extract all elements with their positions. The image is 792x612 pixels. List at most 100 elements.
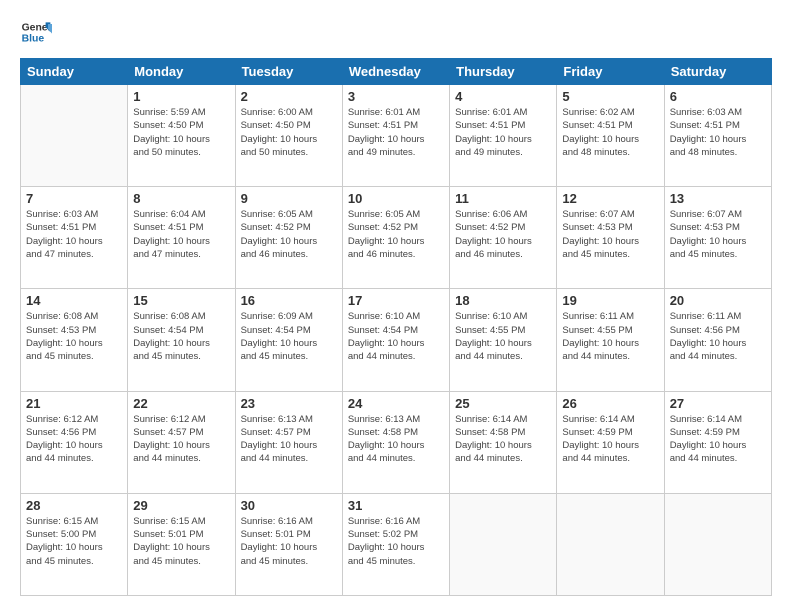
day-number: 26 bbox=[562, 396, 658, 411]
day-cell: 2Sunrise: 6:00 AM Sunset: 4:50 PM Daylig… bbox=[235, 85, 342, 187]
day-number: 8 bbox=[133, 191, 229, 206]
day-cell bbox=[450, 493, 557, 595]
day-cell bbox=[664, 493, 771, 595]
day-info: Sunrise: 6:03 AM Sunset: 4:51 PM Dayligh… bbox=[670, 106, 766, 159]
day-number: 20 bbox=[670, 293, 766, 308]
day-info: Sunrise: 6:05 AM Sunset: 4:52 PM Dayligh… bbox=[241, 208, 337, 261]
day-info: Sunrise: 6:15 AM Sunset: 5:00 PM Dayligh… bbox=[26, 515, 122, 568]
day-info: Sunrise: 6:14 AM Sunset: 4:59 PM Dayligh… bbox=[670, 413, 766, 466]
day-info: Sunrise: 6:08 AM Sunset: 4:53 PM Dayligh… bbox=[26, 310, 122, 363]
day-number: 18 bbox=[455, 293, 551, 308]
day-cell: 24 Sunrise: 6:13 AM Sunset: 4:58 PM Dayli… bbox=[342, 391, 449, 493]
day-cell: 17 Sunrise: 6:10 AM Sunset: 4:54 PM Dayli… bbox=[342, 289, 449, 391]
day-number: 7 bbox=[26, 191, 122, 206]
day-number: 22 bbox=[133, 396, 229, 411]
day-info: Sunrise: 6:14 AM Sunset: 4:59 PM Dayligh… bbox=[562, 413, 658, 466]
day-number: 31 bbox=[348, 498, 444, 513]
day-info: Sunrise: 6:01 AM Sunset: 4:51 PM Dayligh… bbox=[455, 106, 551, 159]
day-cell bbox=[557, 493, 664, 595]
day-info: Sunrise: 6:10 AM Sunset: 4:54 PM Dayligh… bbox=[348, 310, 444, 363]
day-cell: 15 Sunrise: 6:08 AM Sunset: 4:54 PM Dayli… bbox=[128, 289, 235, 391]
day-number: 9 bbox=[241, 191, 337, 206]
day-info: Sunrise: 6:03 AM Sunset: 4:51 PM Dayligh… bbox=[26, 208, 122, 261]
day-info: Sunrise: 6:08 AM Sunset: 4:54 PM Dayligh… bbox=[133, 310, 229, 363]
day-number: 24 bbox=[348, 396, 444, 411]
day-number: 28 bbox=[26, 498, 122, 513]
day-number: 13 bbox=[670, 191, 766, 206]
day-cell: 6 Sunrise: 6:03 AM Sunset: 4:51 PM Daylig… bbox=[664, 85, 771, 187]
day-info: Sunrise: 6:13 AM Sunset: 4:58 PM Dayligh… bbox=[348, 413, 444, 466]
day-info: Sunrise: 6:14 AM Sunset: 4:58 PM Dayligh… bbox=[455, 413, 551, 466]
day-cell: 3 Sunrise: 6:01 AM Sunset: 4:51 PM Daylig… bbox=[342, 85, 449, 187]
weekday-tuesday: Tuesday bbox=[235, 59, 342, 85]
day-cell: 11 Sunrise: 6:06 AM Sunset: 4:52 PM Dayli… bbox=[450, 187, 557, 289]
day-info: Sunrise: 6:02 AM Sunset: 4:51 PM Dayligh… bbox=[562, 106, 658, 159]
day-number: 21 bbox=[26, 396, 122, 411]
day-cell: 20 Sunrise: 6:11 AM Sunset: 4:56 PM Dayli… bbox=[664, 289, 771, 391]
day-cell: 25 Sunrise: 6:14 AM Sunset: 4:58 PM Dayli… bbox=[450, 391, 557, 493]
day-info: Sunrise: 5:59 AM Sunset: 4:50 PM Dayligh… bbox=[133, 106, 229, 159]
day-info: Sunrise: 6:06 AM Sunset: 4:52 PM Dayligh… bbox=[455, 208, 551, 261]
day-cell: 13 Sunrise: 6:07 AM Sunset: 4:53 PM Dayli… bbox=[664, 187, 771, 289]
day-cell: 5 Sunrise: 6:02 AM Sunset: 4:51 PM Daylig… bbox=[557, 85, 664, 187]
day-info: Sunrise: 6:07 AM Sunset: 4:53 PM Dayligh… bbox=[562, 208, 658, 261]
svg-text:Blue: Blue bbox=[22, 34, 45, 45]
day-cell: 10Sunrise: 6:05 AM Sunset: 4:52 PM Dayli… bbox=[342, 187, 449, 289]
day-cell: 27 Sunrise: 6:14 AM Sunset: 4:59 PM Dayli… bbox=[664, 391, 771, 493]
day-cell: 16Sunrise: 6:09 AM Sunset: 4:54 PM Dayli… bbox=[235, 289, 342, 391]
day-cell: 22Sunrise: 6:12 AM Sunset: 4:57 PM Dayli… bbox=[128, 391, 235, 493]
day-info: Sunrise: 6:16 AM Sunset: 5:01 PM Dayligh… bbox=[241, 515, 337, 568]
logo-icon: General Blue bbox=[20, 16, 52, 48]
day-number: 1 bbox=[133, 89, 229, 104]
day-cell: 7 Sunrise: 6:03 AM Sunset: 4:51 PM Daylig… bbox=[21, 187, 128, 289]
weekday-monday: Monday bbox=[128, 59, 235, 85]
day-number: 16 bbox=[241, 293, 337, 308]
day-cell: 18 Sunrise: 6:10 AM Sunset: 4:55 PM Dayli… bbox=[450, 289, 557, 391]
day-info: Sunrise: 6:10 AM Sunset: 4:55 PM Dayligh… bbox=[455, 310, 551, 363]
day-info: Sunrise: 6:07 AM Sunset: 4:53 PM Dayligh… bbox=[670, 208, 766, 261]
day-cell bbox=[21, 85, 128, 187]
day-info: Sunrise: 6:13 AM Sunset: 4:57 PM Dayligh… bbox=[241, 413, 337, 466]
week-row-1: 1 Sunrise: 5:59 AM Sunset: 4:50 PM Daylig… bbox=[21, 85, 772, 187]
day-number: 3 bbox=[348, 89, 444, 104]
day-info: Sunrise: 6:11 AM Sunset: 4:55 PM Dayligh… bbox=[562, 310, 658, 363]
week-row-4: 21 Sunrise: 6:12 AM Sunset: 4:56 PM Dayli… bbox=[21, 391, 772, 493]
day-cell: 19 Sunrise: 6:11 AM Sunset: 4:55 PM Dayli… bbox=[557, 289, 664, 391]
day-cell: 30 Sunrise: 6:16 AM Sunset: 5:01 PM Dayli… bbox=[235, 493, 342, 595]
week-row-3: 14 Sunrise: 6:08 AM Sunset: 4:53 PM Dayli… bbox=[21, 289, 772, 391]
day-info: Sunrise: 6:04 AM Sunset: 4:51 PM Dayligh… bbox=[133, 208, 229, 261]
day-cell: 31 Sunrise: 6:16 AM Sunset: 5:02 PM Dayli… bbox=[342, 493, 449, 595]
day-info: Sunrise: 6:12 AM Sunset: 4:56 PM Dayligh… bbox=[26, 413, 122, 466]
logo: General Blue bbox=[20, 16, 52, 48]
page: General Blue SundayMondayTuesdayWednesda… bbox=[0, 0, 792, 612]
day-number: 15 bbox=[133, 293, 229, 308]
day-number: 19 bbox=[562, 293, 658, 308]
day-number: 10 bbox=[348, 191, 444, 206]
day-cell: 14 Sunrise: 6:08 AM Sunset: 4:53 PM Dayli… bbox=[21, 289, 128, 391]
day-number: 6 bbox=[670, 89, 766, 104]
day-cell: 29Sunrise: 6:15 AM Sunset: 5:01 PM Dayli… bbox=[128, 493, 235, 595]
day-info: Sunrise: 6:11 AM Sunset: 4:56 PM Dayligh… bbox=[670, 310, 766, 363]
weekday-thursday: Thursday bbox=[450, 59, 557, 85]
day-number: 14 bbox=[26, 293, 122, 308]
day-number: 17 bbox=[348, 293, 444, 308]
day-number: 30 bbox=[241, 498, 337, 513]
day-number: 23 bbox=[241, 396, 337, 411]
day-number: 5 bbox=[562, 89, 658, 104]
day-info: Sunrise: 6:01 AM Sunset: 4:51 PM Dayligh… bbox=[348, 106, 444, 159]
day-number: 11 bbox=[455, 191, 551, 206]
day-cell: 9 Sunrise: 6:05 AM Sunset: 4:52 PM Daylig… bbox=[235, 187, 342, 289]
day-number: 12 bbox=[562, 191, 658, 206]
weekday-sunday: Sunday bbox=[21, 59, 128, 85]
day-cell: 26 Sunrise: 6:14 AM Sunset: 4:59 PM Dayli… bbox=[557, 391, 664, 493]
day-number: 25 bbox=[455, 396, 551, 411]
day-number: 4 bbox=[455, 89, 551, 104]
day-number: 27 bbox=[670, 396, 766, 411]
day-cell: 8 Sunrise: 6:04 AM Sunset: 4:51 PM Daylig… bbox=[128, 187, 235, 289]
day-cell: 4 Sunrise: 6:01 AM Sunset: 4:51 PM Daylig… bbox=[450, 85, 557, 187]
day-info: Sunrise: 6:16 AM Sunset: 5:02 PM Dayligh… bbox=[348, 515, 444, 568]
day-cell: 23 Sunrise: 6:13 AM Sunset: 4:57 PM Dayli… bbox=[235, 391, 342, 493]
day-number: 29 bbox=[133, 498, 229, 513]
day-cell: 1 Sunrise: 5:59 AM Sunset: 4:50 PM Daylig… bbox=[128, 85, 235, 187]
calendar-table: SundayMondayTuesdayWednesdayThursdayFrid… bbox=[20, 58, 772, 596]
